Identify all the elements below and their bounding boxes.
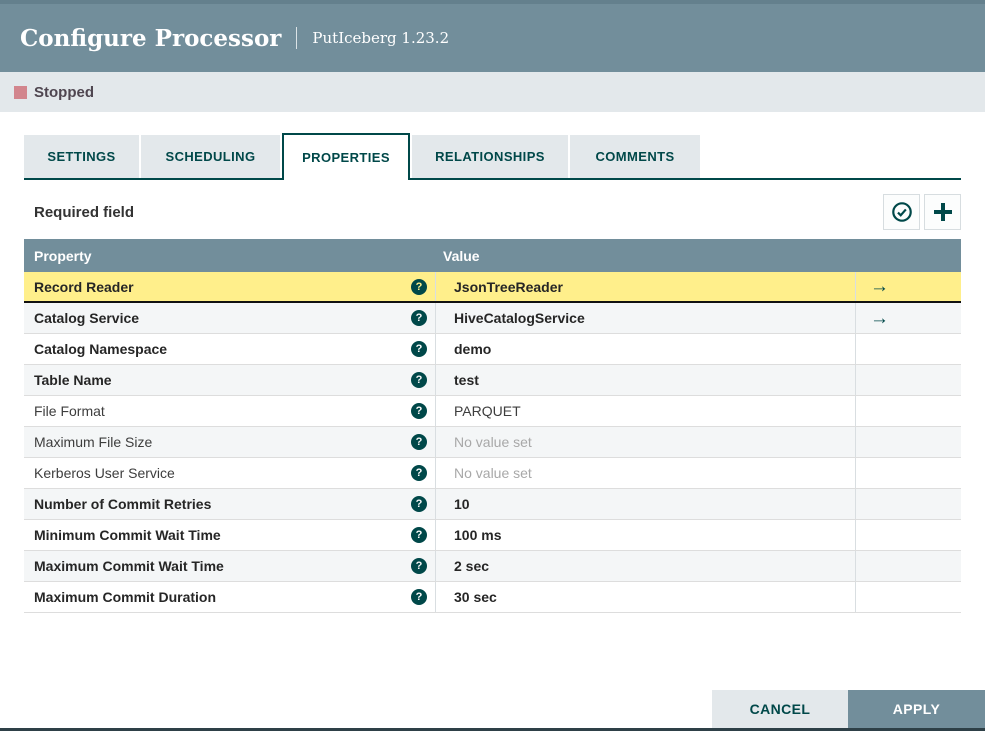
configure-processor-dialog: Configure Processor PutIceberg 1.23.2 St… [0, 0, 985, 731]
tab-label: SETTINGS [47, 149, 116, 164]
required-field-label: Required field [34, 203, 135, 221]
question-circle-icon[interactable] [411, 465, 427, 481]
property-value[interactable]: PARQUET [436, 396, 856, 426]
property-value[interactable]: 2 sec [436, 551, 856, 581]
properties-table: Property Value Record Reader JsonTreeRea… [24, 239, 961, 613]
property-name: Minimum Commit Wait Time [34, 527, 221, 543]
column-header-value: Value [443, 247, 480, 264]
table-row[interactable]: Maximum Commit Duration 30 sec [24, 582, 961, 613]
go-to-service-arrow-icon[interactable] [870, 309, 889, 328]
property-name: Record Reader [34, 278, 134, 295]
table-row[interactable]: Table Name test [24, 365, 961, 396]
verify-properties-button[interactable] [883, 194, 920, 230]
property-name: Table Name [34, 372, 112, 388]
plus-icon [933, 203, 952, 221]
property-value[interactable]: 30 sec [436, 582, 856, 612]
table-row[interactable]: File Format PARQUET [24, 396, 961, 427]
add-property-button[interactable] [924, 194, 961, 230]
property-name: Maximum File Size [34, 434, 153, 450]
dialog-footer: CANCEL APPLY [712, 690, 985, 728]
dialog-content: SETTINGS SCHEDULING PROPERTIES RELATIONS… [0, 133, 985, 613]
table-row[interactable]: Maximum File Size No value set [24, 427, 961, 458]
property-name: Kerberos User Service [34, 465, 175, 481]
table-row[interactable]: Minimum Commit Wait Time 100 ms [24, 520, 961, 551]
tab-settings[interactable]: SETTINGS [24, 135, 139, 178]
stopped-status-icon [14, 85, 27, 99]
properties-toolbar: Required field [24, 193, 961, 231]
table-row[interactable]: Kerberos User Service No value set [24, 458, 961, 489]
processor-type-version: PutIceberg 1.23.2 [312, 29, 450, 47]
title-divider [296, 27, 298, 49]
question-circle-icon[interactable] [411, 496, 427, 512]
property-value-empty[interactable]: No value set [436, 458, 856, 488]
question-circle-icon[interactable] [411, 310, 427, 326]
question-circle-icon[interactable] [411, 558, 427, 574]
tab-relationships[interactable]: RELATIONSHIPS [412, 135, 568, 178]
tab-bar: SETTINGS SCHEDULING PROPERTIES RELATIONS… [24, 133, 961, 180]
question-circle-icon[interactable] [411, 527, 427, 543]
property-value[interactable]: test [436, 365, 856, 395]
status-bar: Stopped [0, 72, 985, 112]
table-row[interactable]: Record Reader JsonTreeReader [24, 272, 961, 303]
property-name: Maximum Commit Duration [34, 589, 217, 605]
tab-comments[interactable]: COMMENTS [570, 135, 700, 178]
tab-label: PROPERTIES [302, 150, 390, 165]
property-name: File Format [34, 403, 105, 419]
tab-label: RELATIONSHIPS [435, 149, 545, 164]
property-value[interactable]: HiveCatalogService [436, 303, 856, 333]
dialog-title: Configure Processor [20, 24, 282, 52]
property-name: Maximum Commit Wait Time [34, 558, 224, 574]
question-circle-icon[interactable] [411, 434, 427, 450]
property-value[interactable]: JsonTreeReader [436, 272, 856, 301]
tab-label: COMMENTS [595, 149, 675, 164]
tab-scheduling[interactable]: SCHEDULING [141, 135, 280, 178]
go-to-service-arrow-icon[interactable] [870, 277, 889, 296]
table-row[interactable]: Maximum Commit Wait Time 2 sec [24, 551, 961, 582]
question-circle-icon[interactable] [411, 278, 427, 295]
check-circle-icon [891, 201, 913, 223]
apply-button[interactable]: APPLY [848, 690, 985, 728]
table-row[interactable]: Number of Commit Retries 10 [24, 489, 961, 520]
property-value[interactable]: demo [436, 334, 856, 364]
dialog-header: Configure Processor PutIceberg 1.23.2 [0, 0, 985, 72]
question-circle-icon[interactable] [411, 341, 427, 357]
question-circle-icon[interactable] [411, 372, 427, 388]
table-header-row: Property Value [24, 239, 961, 272]
property-value[interactable]: 100 ms [436, 520, 856, 550]
property-value-empty[interactable]: No value set [436, 427, 856, 457]
tab-label: SCHEDULING [165, 149, 256, 164]
property-name: Catalog Namespace [34, 341, 168, 357]
tab-properties[interactable]: PROPERTIES [282, 133, 410, 180]
status-label: Stopped [34, 83, 94, 101]
property-name: Number of Commit Retries [34, 496, 212, 512]
question-circle-icon[interactable] [411, 403, 427, 419]
table-row[interactable]: Catalog Namespace demo [24, 334, 961, 365]
question-circle-icon[interactable] [411, 589, 427, 605]
property-name: Catalog Service [34, 310, 140, 326]
column-header-property: Property [34, 247, 92, 264]
table-row[interactable]: Catalog Service HiveCatalogService [24, 303, 961, 334]
property-value[interactable]: 10 [436, 489, 856, 519]
cancel-button[interactable]: CANCEL [712, 690, 848, 728]
